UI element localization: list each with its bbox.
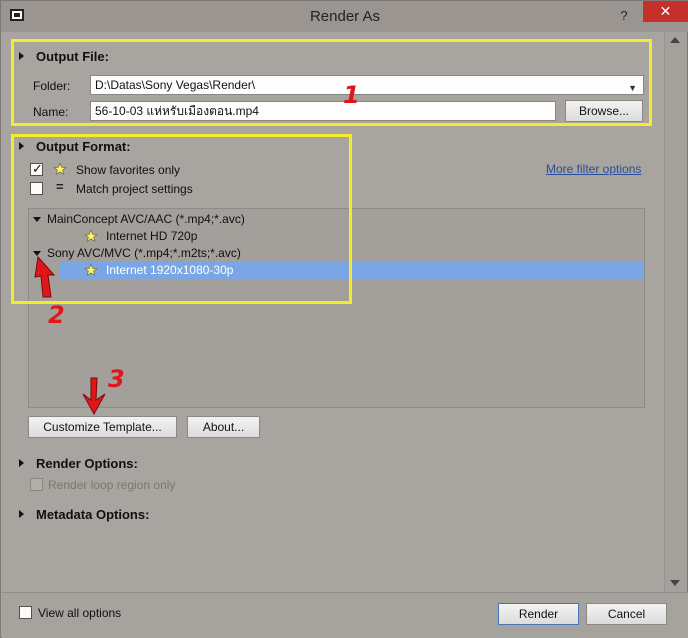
bottom-bar: View all options Render Cancel xyxy=(2,592,688,638)
annotation-arrow-3-icon xyxy=(82,377,106,416)
render-button[interactable]: Render xyxy=(498,603,579,625)
expand-metadata-options-icon[interactable] xyxy=(19,510,24,518)
vertical-scrollbar[interactable] xyxy=(664,32,687,592)
annotation-box-2 xyxy=(11,134,352,304)
window-title: Render As xyxy=(309,8,381,25)
annotation-number-1: 1 xyxy=(343,81,360,109)
about-button[interactable]: About... xyxy=(187,416,260,438)
scroll-down-icon[interactable] xyxy=(670,580,680,586)
view-all-options-label[interactable]: View all options xyxy=(38,606,121,620)
cancel-button[interactable]: Cancel xyxy=(586,603,667,625)
annotation-box-1 xyxy=(11,39,652,126)
metadata-options-header[interactable]: Metadata Options: xyxy=(36,507,149,522)
help-button[interactable]: ? xyxy=(614,7,634,25)
annotation-number-2: 2 xyxy=(48,301,65,329)
render-loop-region-label: Render loop region only xyxy=(48,478,176,492)
expand-render-options-icon[interactable] xyxy=(19,459,24,467)
customize-template-button[interactable]: Customize Template... xyxy=(28,416,177,438)
render-options-header[interactable]: Render Options: xyxy=(36,456,138,471)
more-filter-options-link[interactable]: More filter options xyxy=(546,162,641,176)
view-all-options-checkbox[interactable] xyxy=(19,606,32,619)
close-button[interactable]: ✕ xyxy=(643,1,688,22)
annotation-arrow-2-icon xyxy=(34,255,56,298)
scroll-up-icon[interactable] xyxy=(670,37,680,43)
render-as-dialog: Render As ? ✕ Output File: Folder: D:\Da… xyxy=(0,0,688,638)
title-bar[interactable]: Render As ? ✕ xyxy=(1,1,688,32)
annotation-number-3: 3 xyxy=(108,365,125,393)
render-loop-region-checkbox xyxy=(30,478,43,491)
